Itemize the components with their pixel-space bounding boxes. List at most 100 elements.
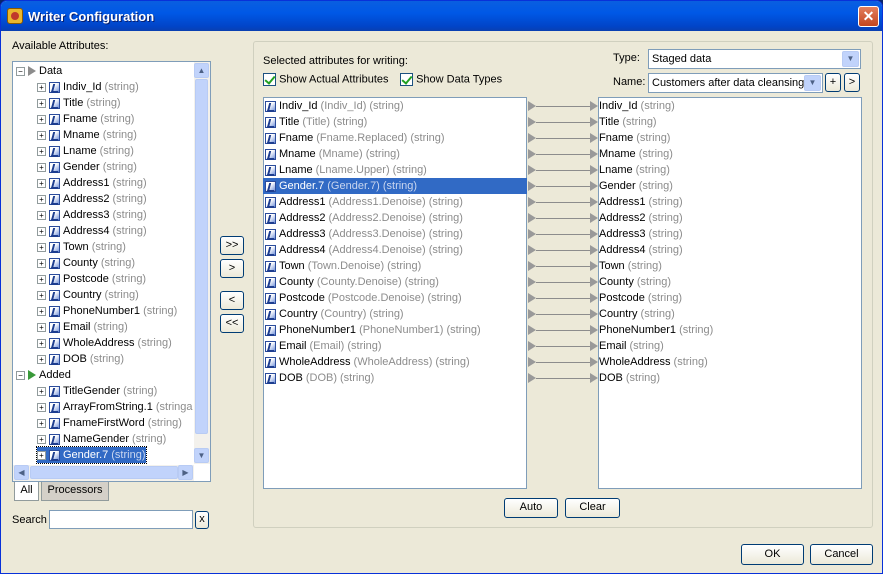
expand-icon[interactable]: + <box>37 258 46 268</box>
tree-attribute[interactable]: + TitleGender (string) <box>37 383 157 399</box>
target-attribute-row[interactable]: Address2 (string) <box>599 210 683 226</box>
selected-attribute-row[interactable]: Mname (Mname) (string) <box>263 146 527 162</box>
h-scroll-thumb[interactable] <box>30 466 178 479</box>
scroll-up-icon[interactable]: ▲ <box>194 63 209 78</box>
target-attribute-row[interactable]: Mname (string) <box>599 146 673 162</box>
name-select[interactable]: Customers after data cleansing ▼ <box>648 73 823 93</box>
tree-attribute[interactable]: + Email (string) <box>37 319 128 335</box>
expand-icon[interactable]: + <box>37 194 46 204</box>
selected-attribute-row[interactable]: Indiv_Id (Indiv_Id) (string) <box>263 98 527 114</box>
selected-attribute-row[interactable]: Address3 (Address3.Denoise) (string) <box>263 226 527 242</box>
selected-attribute-row[interactable]: Address1 (Address1.Denoise) (string) <box>263 194 527 210</box>
tree-attribute[interactable]: + Address2 (string) <box>37 191 147 207</box>
expand-icon[interactable]: + <box>37 98 46 108</box>
target-attribute-row[interactable]: Lname (string) <box>599 162 670 178</box>
search-clear-button[interactable]: x <box>195 511 209 529</box>
show-actual-attributes-option[interactable]: Show Actual Attributes <box>263 73 389 86</box>
expand-icon[interactable]: + <box>37 274 46 284</box>
title-bar[interactable]: Writer Configuration ✕ <box>1 1 882 31</box>
expand-icon[interactable]: + <box>37 402 46 412</box>
tree-attribute[interactable]: + Lname (string) <box>37 143 134 159</box>
target-attribute-row[interactable]: Fname (string) <box>599 130 670 146</box>
chevron-down-icon[interactable]: ▼ <box>804 75 821 91</box>
scroll-down-icon[interactable]: ▼ <box>194 448 209 463</box>
tree-vertical-scrollbar[interactable]: ▲ ▼ <box>194 62 210 464</box>
tree-attribute[interactable]: + Gender.7 (string) <box>36 446 147 464</box>
selected-attribute-row[interactable]: DOB (DOB) (string) <box>263 370 527 386</box>
target-attribute-row[interactable]: Address4 (string) <box>599 242 683 258</box>
expand-icon[interactable]: + <box>37 114 46 124</box>
add-name-button[interactable]: + <box>825 73 841 92</box>
target-attribute-row[interactable]: WholeAddress (string) <box>599 354 708 370</box>
expand-icon[interactable]: + <box>37 210 46 220</box>
tab-processors[interactable]: Processors <box>41 482 109 501</box>
tree-attribute[interactable]: + Town (string) <box>37 239 126 255</box>
expand-icon[interactable]: + <box>37 162 46 172</box>
expand-icon[interactable]: + <box>37 322 46 332</box>
expand-icon[interactable]: + <box>37 418 46 428</box>
target-attribute-row[interactable]: Address3 (string) <box>599 226 683 242</box>
target-attribute-row[interactable]: Address1 (string) <box>599 194 683 210</box>
target-attribute-row[interactable]: Email (string) <box>599 338 664 354</box>
tree-folder[interactable]: − Data <box>16 63 62 79</box>
show-data-types-checkbox[interactable] <box>400 73 413 86</box>
target-attribute-row[interactable]: Country (string) <box>599 306 675 322</box>
chevron-down-icon[interactable]: ▼ <box>842 51 859 67</box>
selected-attribute-row[interactable]: Postcode (Postcode.Denoise) (string) <box>263 290 527 306</box>
auto-button[interactable]: Auto <box>504 498 558 518</box>
search-input[interactable] <box>49 510 193 529</box>
available-attributes-tree[interactable]: − Data + Indiv_Id (string) + Title (string) + Fna… <box>12 61 211 482</box>
tree-attribute[interactable]: + WholeAddress (string) <box>37 335 172 351</box>
expand-icon[interactable]: + <box>37 338 46 348</box>
expand-icon[interactable]: + <box>37 386 46 396</box>
tree-attribute[interactable]: + Address4 (string) <box>37 223 147 239</box>
tree-attribute[interactable]: + DOB (string) <box>37 351 124 367</box>
tree-attribute[interactable]: + Gender (string) <box>37 159 137 175</box>
selected-attribute-row[interactable]: Title (Title) (string) <box>263 114 527 130</box>
expand-icon[interactable]: + <box>37 226 46 236</box>
tab-all[interactable]: All <box>14 482 39 501</box>
add-all-button[interactable]: >> <box>220 236 244 255</box>
target-attribute-row[interactable]: Indiv_Id (string) <box>599 98 675 114</box>
selected-attribute-row[interactable]: WholeAddress (WholeAddress) (string) <box>263 354 527 370</box>
tree-attribute[interactable]: + ArrayFromString.1 (stringa <box>37 399 193 415</box>
target-attribute-row[interactable]: Town (string) <box>599 258 662 274</box>
ok-button[interactable]: OK <box>741 544 804 565</box>
expand-icon[interactable]: + <box>37 450 46 460</box>
tree-attribute[interactable]: + Title (string) <box>37 95 121 111</box>
clear-button[interactable]: Clear <box>565 498 620 518</box>
tree-attribute[interactable]: + PhoneNumber1 (string) <box>37 303 177 319</box>
tree-attribute[interactable]: + Country (string) <box>37 287 139 303</box>
target-attribute-row[interactable]: Gender (string) <box>599 178 673 194</box>
type-select[interactable]: Staged data ▼ <box>648 49 861 69</box>
close-button[interactable]: ✕ <box>858 6 879 27</box>
tree-folder[interactable]: − Added <box>16 367 71 383</box>
target-attribute-row[interactable]: DOB (string) <box>599 370 660 386</box>
expand-icon[interactable]: + <box>37 82 46 92</box>
selected-attribute-row[interactable]: Email (Email) (string) <box>263 338 527 354</box>
tree-attribute[interactable]: + Indiv_Id (string) <box>37 79 139 95</box>
expand-icon[interactable]: + <box>37 306 46 316</box>
tree-horizontal-scrollbar[interactable]: ◀ ▶ <box>13 465 194 481</box>
scroll-right-icon[interactable]: ▶ <box>178 465 193 480</box>
expand-icon[interactable]: + <box>37 242 46 252</box>
remove-button[interactable]: < <box>220 291 244 310</box>
remove-all-button[interactable]: << <box>220 314 244 333</box>
expand-icon[interactable]: + <box>37 354 46 364</box>
scroll-left-icon[interactable]: ◀ <box>14 465 29 480</box>
target-attribute-row[interactable]: Title (string) <box>599 114 657 130</box>
tree-attribute[interactable]: + Fname (string) <box>37 111 134 127</box>
tree-attribute[interactable]: + Address1 (string) <box>37 175 147 191</box>
selected-attribute-row[interactable]: Address4 (Address4.Denoise) (string) <box>263 242 527 258</box>
selected-attribute-row[interactable]: County (County.Denoise) (string) <box>263 274 527 290</box>
selected-attribute-row[interactable]: Country (Country) (string) <box>263 306 527 322</box>
target-attribute-row[interactable]: Postcode (string) <box>599 290 682 306</box>
selected-attribute-row[interactable]: Address2 (Address2.Denoise) (string) <box>263 210 527 226</box>
selected-attribute-row[interactable]: Gender.7 (Gender.7) (string) <box>263 178 527 194</box>
expand-icon[interactable]: + <box>37 290 46 300</box>
tree-attribute[interactable]: + County (string) <box>37 255 135 271</box>
expand-icon[interactable]: + <box>37 130 46 140</box>
tree-attribute[interactable]: + NameGender (string) <box>37 431 166 447</box>
add-button[interactable]: > <box>220 259 244 278</box>
show-actual-attributes-checkbox[interactable] <box>263 73 276 86</box>
